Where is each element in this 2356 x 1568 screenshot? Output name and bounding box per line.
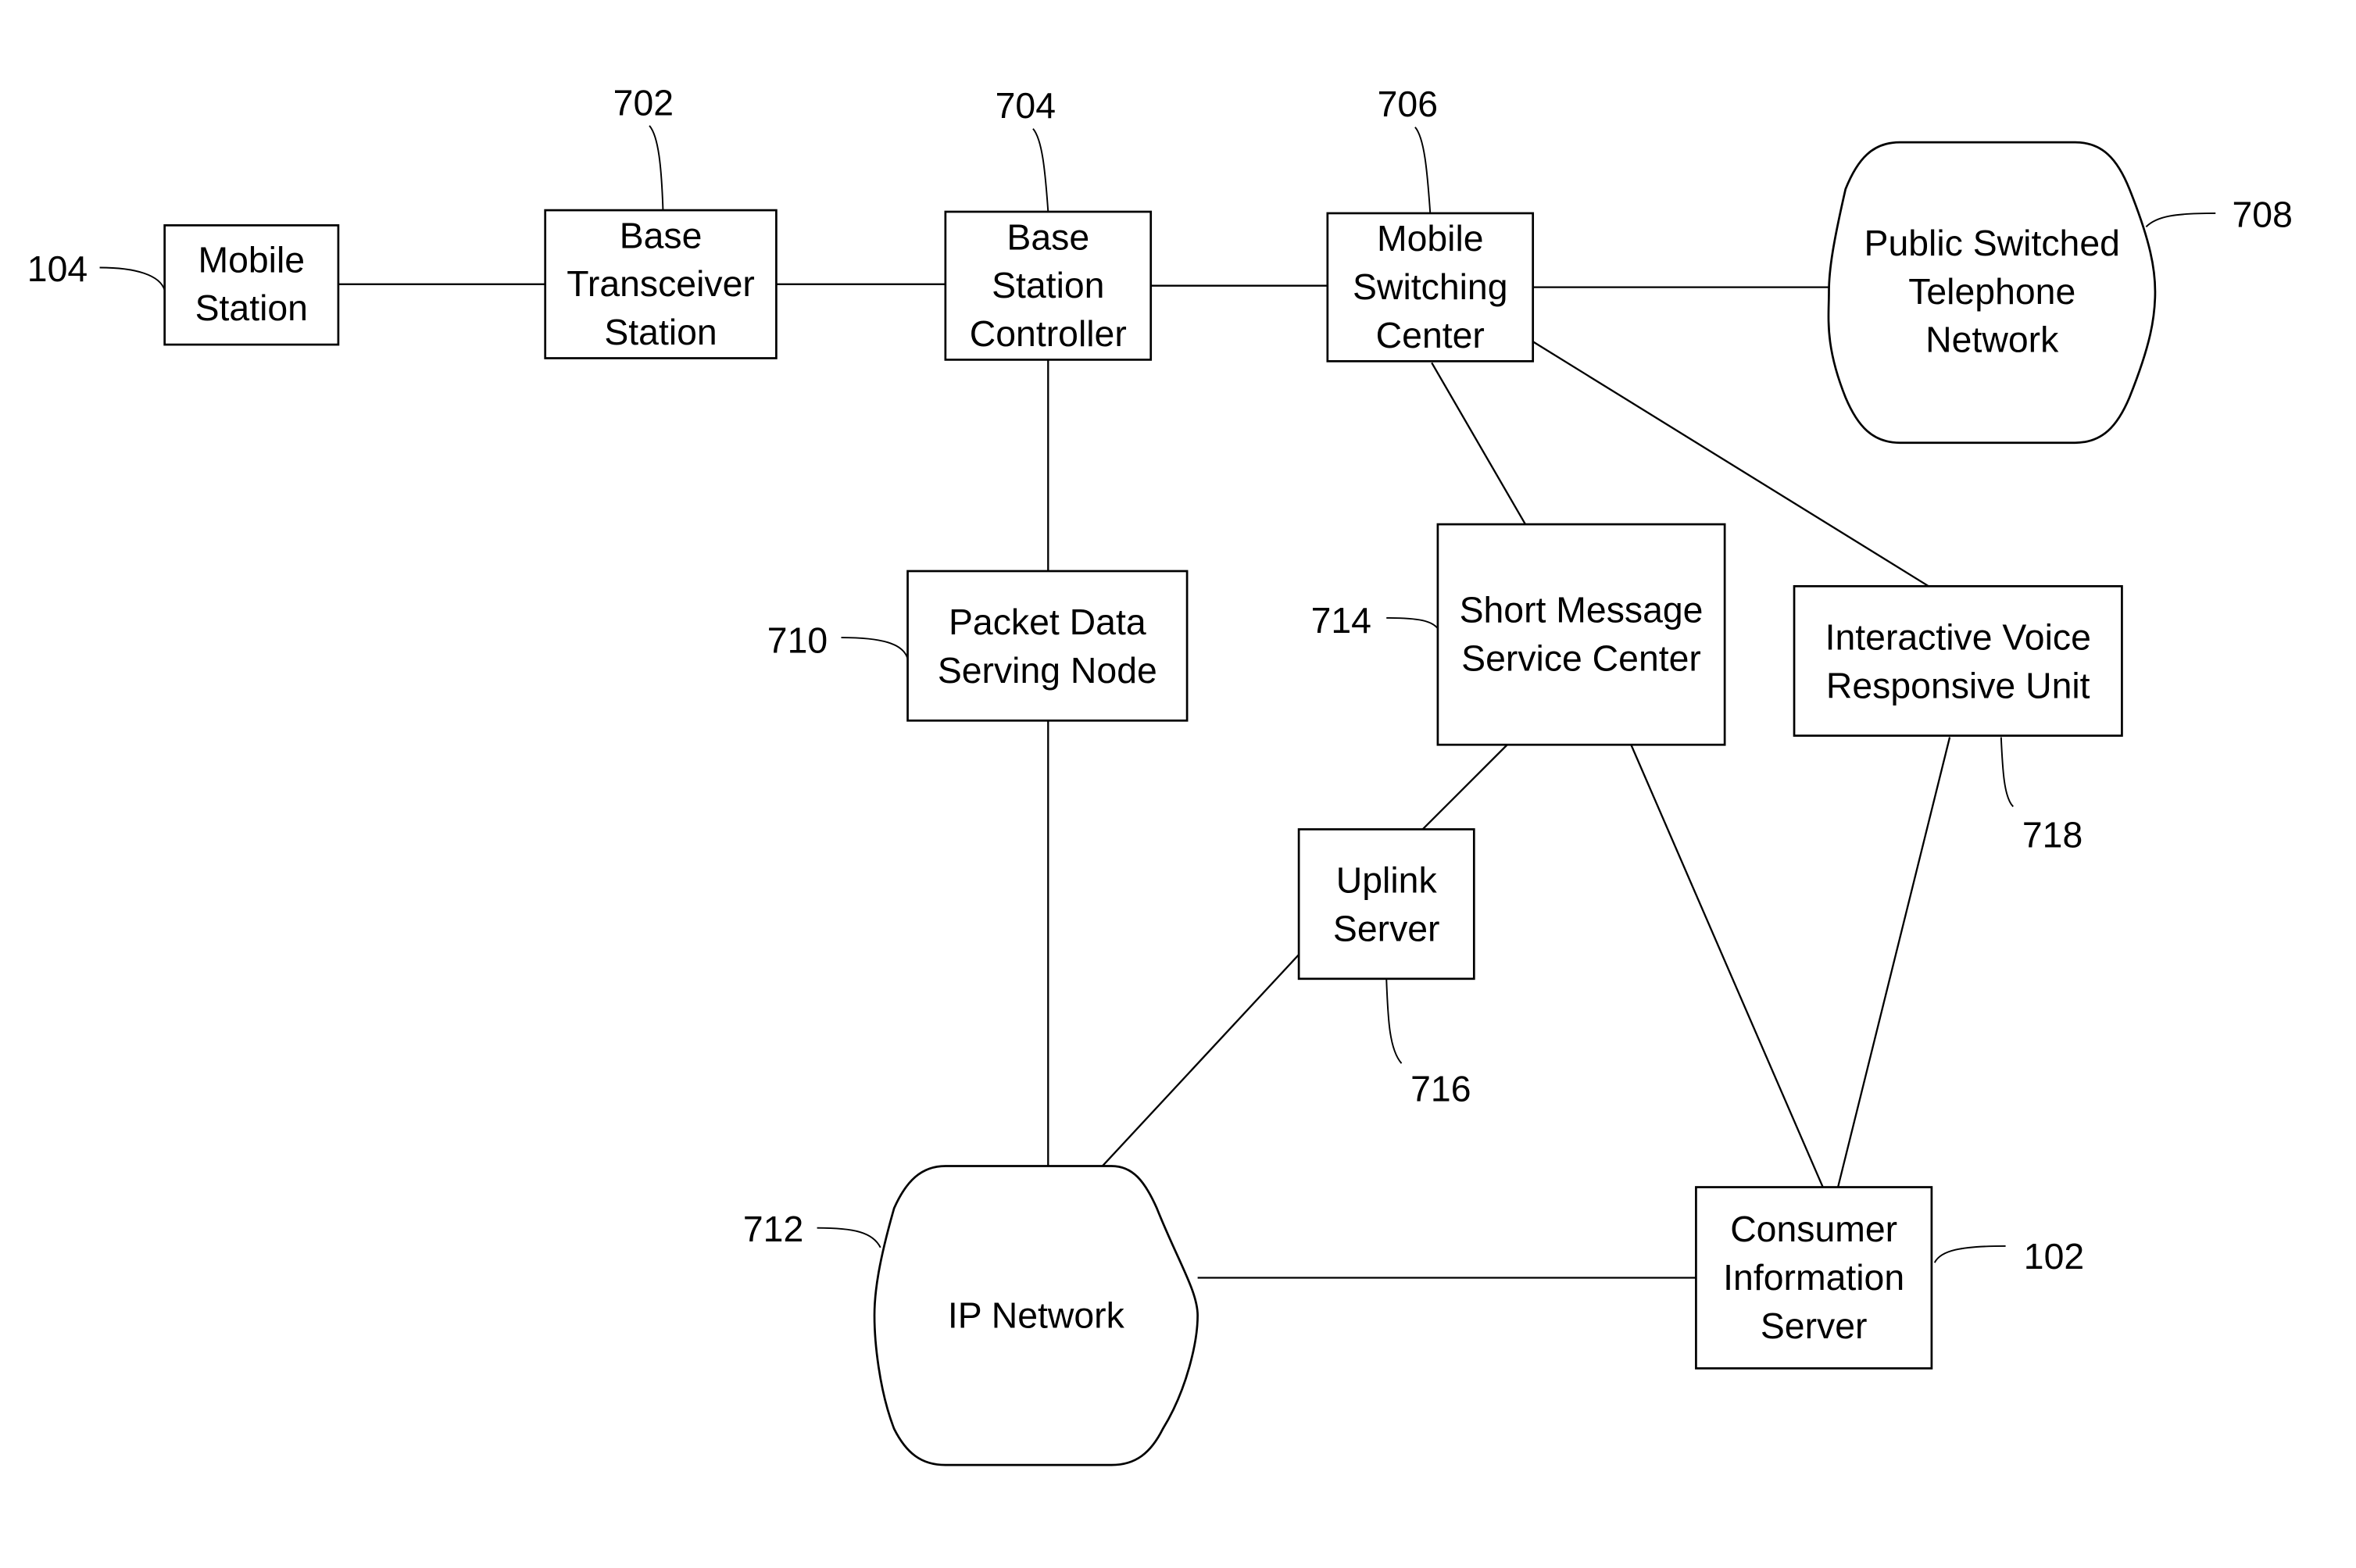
node-packet-data-serving-node[interactable]: Packet Data Serving Node [906,570,1189,722]
ref-704: 704 [996,85,1056,213]
edges [338,283,1951,1279]
ref-702: 702 [613,82,674,211]
node-label-line: Switching [1353,266,1507,307]
node-label-line: Interactive Voice [1825,616,2091,657]
node-label-line: Mobile [198,239,305,280]
leader-line [2000,737,2015,808]
ref-710: 710 [767,620,909,660]
leader-line [1933,1245,2006,1263]
node-label-line: Short Message [1460,590,1704,630]
ref-number: 716 [1410,1068,1471,1109]
node-label-line: Consumer [1730,1209,1897,1249]
node-label-line: Transceiver [567,263,755,304]
node-public-switched-telephone-network[interactable]: Public Switched Telephone Network [1827,141,2157,445]
ref-number: 712 [743,1209,803,1249]
node-label-line: Station [992,265,1104,305]
ref-number: 706 [1378,84,1438,124]
ref-number: 718 [2022,815,2083,855]
leader-line [841,637,909,659]
leader-line [649,125,664,211]
ref-712: 712 [743,1209,881,1249]
node-label-line: Network [1925,320,2059,360]
node-consumer-information-server[interactable]: Consumer Information Server [1695,1186,1933,1370]
node-label-line: Packet Data [949,602,1146,642]
node-label-line: Information [1723,1257,1904,1298]
ref-number: 708 [2233,194,2293,234]
network-diagram: Mobile Station 104 Base Transceiver Stat… [27,82,2293,1466]
node-mobile-switching-center[interactable]: Mobile Switching Center [1326,212,1535,363]
node-uplink-server[interactable]: Uplink Server [1297,828,1475,980]
leader-line [2145,212,2216,228]
ref-number: 104 [27,248,88,289]
ref-104: 104 [27,248,166,291]
node-base-station-controller[interactable]: Base Station Controller [944,210,1153,361]
node-label-line: Controller [970,313,1127,354]
node-label-line: Service Center [1461,638,1701,679]
leader-line [1032,128,1049,213]
node-ip-network[interactable]: IP Network [873,1165,1199,1466]
ref-number: 710 [767,620,828,660]
node-base-transceiver-station[interactable]: Base Transceiver Station [544,209,778,359]
node-label-line: Base [1006,216,1089,257]
ref-708: 708 [2145,194,2293,234]
node-interactive-voice-responsive-unit[interactable]: Interactive Voice Responsive Unit [1793,584,2123,738]
edge-smsc-uplink [1421,744,1508,830]
node-label-line: IP Network [948,1295,1125,1335]
node-label-line: Telephone [1908,271,2075,312]
ref-706: 706 [1378,84,1438,214]
node-label-line: Base [620,215,703,255]
node-label-line: Station [604,312,717,352]
edge-ivr-cis [1836,737,1951,1188]
ref-102: 102 [1933,1236,2084,1277]
node-label-line: Serving Node [938,650,1157,691]
node-label-line: Server [1333,909,1440,949]
leader-line [817,1227,881,1248]
edge-msc-smsc [1431,362,1527,525]
node-label-line: Responsive Unit [1826,665,2090,705]
leader-line [1414,127,1432,214]
ref-number: 702 [613,82,674,123]
ref-718: 718 [2000,737,2083,855]
ref-number: 704 [996,85,1056,126]
node-label-line: Public Switched [1864,223,2120,263]
edge-uplink-ip-network [1102,954,1300,1167]
ref-716: 716 [1385,978,1471,1109]
ref-number: 714 [1311,600,1371,641]
ref-714: 714 [1311,600,1439,641]
leader-line [99,266,166,291]
leader-line [1386,616,1439,630]
ref-number: 102 [2024,1236,2084,1277]
node-short-message-service-center[interactable]: Short Message Service Center [1436,523,1726,746]
node-label-line: Server [1761,1305,1868,1346]
node-mobile-station[interactable]: Mobile Station [163,224,340,346]
node-label-line: Mobile [1377,218,1484,259]
edge-smsc-cis [1630,744,1824,1188]
node-label-line: Uplink [1336,860,1438,901]
node-label-line: Center [1376,315,1485,355]
leader-line [1385,978,1403,1064]
node-label-line: Station [195,288,308,328]
